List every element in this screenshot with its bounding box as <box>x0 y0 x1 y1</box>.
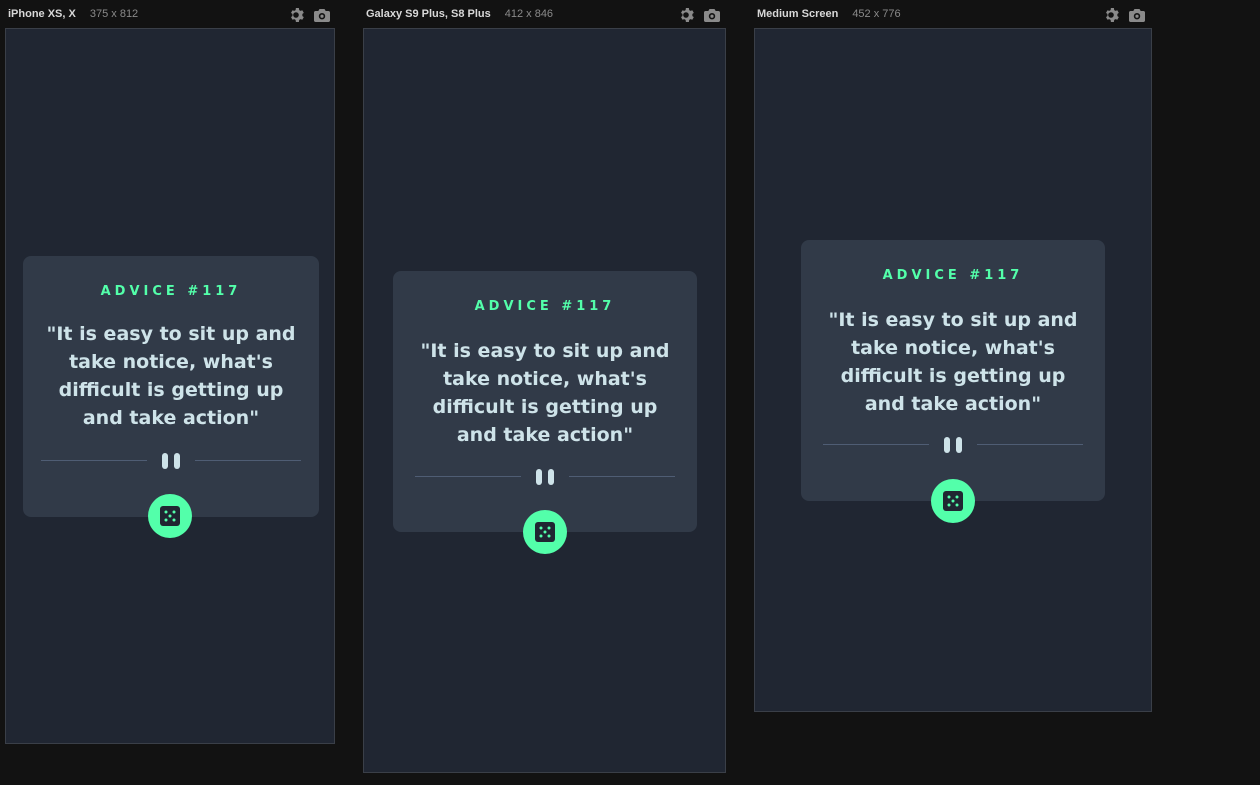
camera-icon[interactable] <box>1129 7 1145 23</box>
device-name: iPhone XS, X <box>8 8 76 20</box>
frame-header-icons <box>288 7 330 23</box>
frame-header: iPhone XS, X 375 x 812 <box>5 0 335 28</box>
advice-number: ADVICE #117 <box>100 284 242 299</box>
advice-quote: "It is easy to sit up and take notice, w… <box>828 309 1078 415</box>
gear-icon[interactable] <box>1103 7 1119 23</box>
advice-card: ADVICE #117 "It is easy to sit up and ta… <box>801 240 1105 501</box>
dice-icon <box>160 506 180 526</box>
pause-divider-icon <box>162 453 180 469</box>
device-size: 452 x 776 <box>852 8 901 20</box>
device-viewport: ADVICE #117 "It is easy to sit up and ta… <box>5 28 335 744</box>
advice-card: ADVICE #117 "It is easy to sit up and ta… <box>393 271 697 532</box>
camera-icon[interactable] <box>704 7 720 23</box>
pause-divider-icon <box>944 437 962 453</box>
dice-icon <box>534 522 555 542</box>
divider <box>823 437 1083 453</box>
advice-number: ADVICE #117 <box>882 268 1024 283</box>
device-name: Galaxy S9 Plus, S8 Plus <box>366 8 491 20</box>
device-name: Medium Screen <box>757 8 839 20</box>
dice-button[interactable] <box>522 510 567 554</box>
device-frame-medium: Medium Screen 452 x 776 ADVICE #117 "It … <box>754 0 1152 785</box>
device-frame-iphone: iPhone XS, X 375 x 812 ADVICE #117 "It i… <box>5 0 335 785</box>
frame-header-icons <box>1103 7 1145 23</box>
frame-header-icons <box>678 7 720 23</box>
gear-icon[interactable] <box>288 7 304 23</box>
device-size: 375 x 812 <box>89 8 139 20</box>
dice-button[interactable] <box>148 494 192 538</box>
device-size: 412 x 846 <box>504 8 554 20</box>
dice-icon <box>943 491 963 511</box>
frame-header: Galaxy S9 Plus, S8 Plus 412 x 846 <box>363 0 726 28</box>
device-viewport: ADVICE #117 "It is easy to sit up and ta… <box>754 28 1152 712</box>
advice-number: ADVICE #117 <box>474 299 616 314</box>
advice-card: ADVICE #117 "It is easy to sit up and ta… <box>23 256 319 517</box>
device-frame-galaxy: Galaxy S9 Plus, S8 Plus 412 x 846 ADVICE… <box>363 0 726 785</box>
advice-quote: "It is easy to sit up and take notice, w… <box>420 340 670 446</box>
divider <box>415 469 675 485</box>
frame-header: Medium Screen 452 x 776 <box>754 0 1152 28</box>
advice-quote: "It is easy to sit up and take notice, w… <box>46 323 296 429</box>
gear-icon[interactable] <box>678 7 694 23</box>
pause-divider-icon <box>536 469 554 485</box>
dice-button[interactable] <box>931 479 975 523</box>
device-viewport: ADVICE #117 "It is easy to sit up and ta… <box>363 28 726 773</box>
camera-icon[interactable] <box>314 7 330 23</box>
divider <box>41 453 301 469</box>
